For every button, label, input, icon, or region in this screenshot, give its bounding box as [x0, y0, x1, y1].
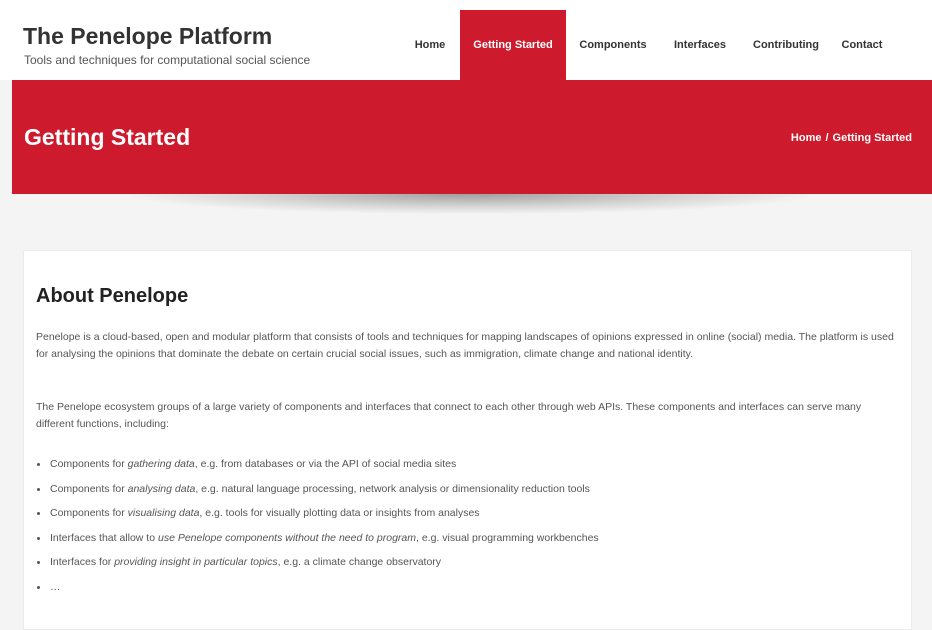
nav-item-interfaces[interactable]: Interfaces — [660, 10, 740, 80]
list-item-prefix: Interfaces for — [50, 556, 115, 568]
list-item-prefix: Components for — [50, 458, 128, 470]
breadcrumb-separator: / — [825, 132, 829, 144]
breadcrumb: Home / Getting Started — [791, 131, 912, 145]
list-item-suffix: , e.g. from databases or via the API of … — [194, 458, 457, 470]
list-item-emphasis: gathering data — [127, 458, 195, 470]
list-item: Components for visualising data, e.g. to… — [36, 505, 896, 530]
site-header: The Penelope Platform Tools and techniqu… — [0, 0, 932, 80]
page-title-banner: Getting Started Home / Getting Started — [12, 80, 932, 194]
content-card: About Penelope Penelope is a cloud-based… — [23, 250, 912, 630]
banner-shadow — [130, 194, 810, 214]
list-item-suffix: , e.g. tools for visually plotting data … — [199, 507, 480, 519]
list-item: Components for analysing data, e.g. natu… — [36, 481, 896, 506]
list-item: Components for gathering data, e.g. from… — [36, 456, 896, 481]
list-item-emphasis: analysing data — [127, 482, 196, 495]
list-item: … — [36, 579, 896, 604]
list-item-suffix: , e.g. a climate change observatory — [277, 556, 442, 568]
nav-item-components[interactable]: Components — [566, 10, 660, 80]
list-item: Interfaces that allow to use Penelope co… — [36, 530, 896, 555]
list-item-emphasis: visualising data — [127, 507, 200, 519]
intro-paragraph: Penelope is a cloud-based, open and modu… — [36, 331, 894, 360]
main-nav: Home Getting Started Components Interfac… — [400, 10, 892, 80]
nav-item-home[interactable]: Home — [400, 10, 460, 80]
list-item-prefix: Interfaces that allow to — [50, 531, 158, 544]
list-item-prefix: Components for — [50, 507, 128, 519]
list-item-suffix: , e.g. natural language processing, netw… — [195, 482, 590, 495]
list-item-prefix: … — [50, 580, 61, 593]
ecosystem-paragraph: The Penelope ecosystem groups of a large… — [36, 401, 862, 430]
functions-list: Components for gathering data, e.g. from… — [36, 456, 896, 603]
nav-item-contact[interactable]: Contact — [832, 10, 892, 80]
list-item-prefix: Components for — [50, 482, 128, 495]
list-item: Interfaces for providing insight in part… — [36, 554, 896, 579]
breadcrumb-current: Getting Started — [832, 132, 912, 144]
section-title: About Penelope — [36, 285, 189, 307]
list-item-emphasis: use Penelope components without the need… — [157, 531, 416, 544]
list-item-emphasis: providing insight in particular topics — [114, 556, 278, 568]
list-item-suffix: , e.g. visual programming workbenches — [416, 531, 599, 544]
nav-item-getting-started[interactable]: Getting Started — [460, 10, 566, 80]
site-tagline: Tools and techniques for computational s… — [24, 53, 311, 67]
site-title[interactable]: The Penelope Platform — [23, 22, 272, 50]
breadcrumb-home-link[interactable]: Home — [791, 132, 822, 144]
nav-item-contributing[interactable]: Contributing — [740, 10, 832, 80]
page-title: Getting Started — [24, 124, 191, 150]
